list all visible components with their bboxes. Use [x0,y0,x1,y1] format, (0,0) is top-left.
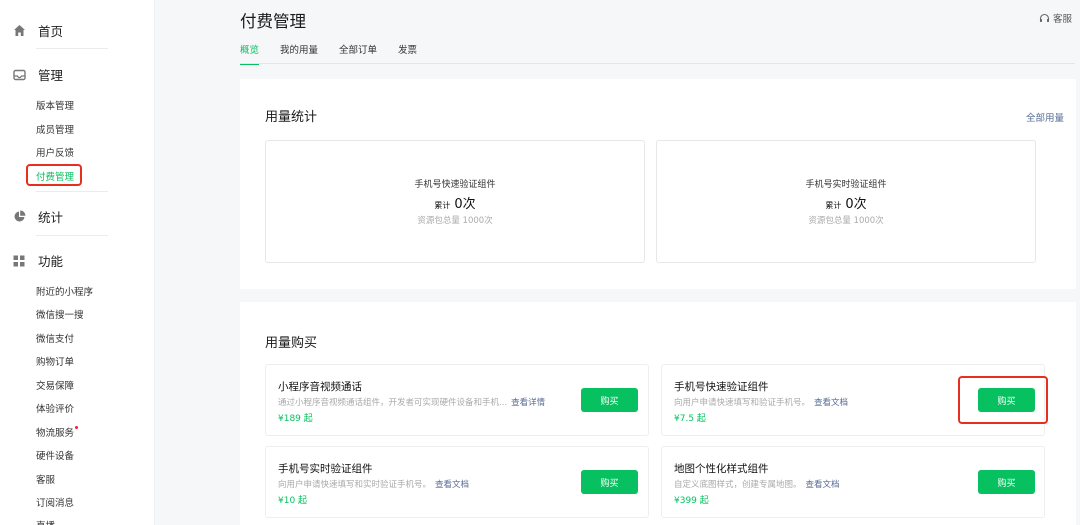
product-desc-text: 向用户申请快速填写和验证手机号。 [674,398,811,408]
usage-stats-title: 用量统计 [265,110,318,125]
sidebar-features-label: 功能 [38,254,64,269]
sidebar-section-features[interactable]: 功能 [12,251,63,270]
divider [36,235,108,236]
sidebar-item-hardware[interactable]: 硬件设备 [36,448,74,462]
product-detail-link[interactable]: 查看详情 [511,398,545,408]
highlight-box-sidebar [26,164,82,186]
customer-service-link[interactable]: 客服 [1039,11,1072,25]
stat-count-value: 0次 [845,197,867,212]
product-desc-text: 向用户申请快速填写和实时验证手机号。 [278,480,432,490]
stat-count-prefix: 累计 [825,201,842,210]
product-name: 小程序音视频通话 [278,381,362,393]
product-doc-link[interactable]: 查看文档 [806,480,840,490]
stat-name: 手机号实时验证组件 [805,180,887,190]
product-name: 地图个性化样式组件 [674,463,769,475]
stat-box-realtime-verify: 手机号实时验证组件 累计 0次 资源包总量 1000次 [656,140,1036,263]
highlight-box-buy [958,376,1048,424]
sidebar-logistics-label: 物流服务 [36,428,75,439]
stat-count-value: 0次 [454,197,476,212]
product-name: 手机号实时验证组件 [278,463,373,475]
page-title: 付费管理 [240,12,306,31]
sidebar-item-subscribe[interactable]: 订阅消息 [36,495,74,509]
grid-icon [12,254,26,268]
product-realtime-verify: 手机号实时验证组件 向用户申请快速填写和实时验证手机号。 查看文档 ¥10 起 购… [265,446,649,518]
product-doc-link[interactable]: 查看文档 [435,480,469,490]
tab-bar: 概览 我的用量 全部订单 发票 [240,42,438,65]
sidebar-item-home[interactable]: 首页 [12,21,63,40]
sidebar-section-stats[interactable]: 统计 [12,207,63,226]
sidebar-manage-label: 管理 [38,68,64,83]
stat-count: 累计 0次 [266,193,644,212]
divider [36,48,108,49]
headset-icon [1039,13,1050,22]
sidebar-item-customer-service[interactable]: 客服 [36,472,55,486]
stat-box-quick-verify: 手机号快速验证组件 累计 0次 资源包总量 1000次 [265,140,645,263]
buy-button[interactable]: 购买 [581,470,638,494]
stat-quota: 资源包总量 1000次 [808,216,884,226]
sidebar-stats-label: 统计 [38,210,64,225]
product-name: 手机号快速验证组件 [674,381,769,393]
usage-purchase-card: 用量购买 小程序音视频通话 通过小程序音视频通话组件，开发者可实现硬件设备和手机… [240,302,1076,525]
page-header: 付费管理 客服 概览 我的用量 全部订单 发票 [155,0,1080,66]
stat-count: 累计 0次 [657,193,1035,212]
sidebar-item-wechat-pay[interactable]: 微信支付 [36,331,74,345]
product-desc-text: 自定义底图样式，创建专属地图。 [674,480,802,490]
divider [36,191,108,192]
buy-button[interactable]: 购买 [581,388,638,412]
inbox-icon [12,68,26,82]
sidebar-home-label: 首页 [38,24,64,39]
tab-all-orders[interactable]: 全部订单 [339,42,377,65]
stat-count-prefix: 累计 [434,201,451,210]
notification-dot [75,426,79,429]
customer-service-label: 客服 [1052,14,1072,25]
product-desc: 自定义底图样式，创建专属地图。 查看文档 [674,478,840,490]
product-av-call: 小程序音视频通话 通过小程序音视频通话组件，开发者可实现硬件设备和手机... 查看… [265,364,649,436]
sidebar-item-live[interactable]: 直播 [36,518,55,525]
product-price: ¥10 起 [278,496,308,506]
tab-invoice[interactable]: 发票 [398,42,417,65]
pie-chart-icon [12,210,26,224]
stat-name: 手机号快速验证组件 [414,180,496,190]
stat-quota: 资源包总量 1000次 [417,216,493,226]
product-desc: 通过小程序音视频通话组件，开发者可实现硬件设备和手机... 查看详情 [278,396,545,408]
sidebar-item-feedback[interactable]: 用户反馈 [36,145,74,159]
sidebar-section-manage[interactable]: 管理 [12,65,63,84]
sidebar-item-trade-guarantee[interactable]: 交易保障 [36,378,74,392]
product-doc-link[interactable]: 查看文档 [814,398,848,408]
sidebar-item-members[interactable]: 成员管理 [36,122,74,136]
buy-button[interactable]: 购买 [978,470,1035,494]
sidebar-item-search[interactable]: 微信搜一搜 [36,307,84,321]
product-price: ¥399 起 [674,496,709,506]
product-desc: 向用户申请快速填写和实时验证手机号。 查看文档 [278,478,469,490]
tab-overview[interactable]: 概览 [240,42,260,65]
tab-underline [240,63,1075,64]
product-desc: 向用户申请快速填写和验证手机号。 查看文档 [674,396,848,408]
sidebar-item-orders[interactable]: 购物订单 [36,354,74,368]
tab-my-usage[interactable]: 我的用量 [280,42,318,65]
sidebar: 首页 管理 版本管理 成员管理 用户反馈 付费管理 统计 功能 附近的小程序 微… [0,0,155,525]
usage-purchase-title: 用量购买 [265,336,318,351]
sidebar-item-reviews[interactable]: 体验评价 [36,401,74,415]
product-price: ¥7.5 起 [674,414,706,424]
sidebar-item-version[interactable]: 版本管理 [36,98,74,112]
product-map-style: 地图个性化样式组件 自定义底图样式，创建专属地图。 查看文档 ¥399 起 购买 [661,446,1045,518]
main-content: 付费管理 客服 概览 我的用量 全部订单 发票 用量统计 全部用量 手机号快速验… [155,0,1080,525]
home-icon [12,24,26,38]
sidebar-item-logistics[interactable]: 物流服务 [36,425,79,439]
usage-stats-card: 用量统计 全部用量 手机号快速验证组件 累计 0次 资源包总量 1000次 手机号… [240,79,1076,289]
product-desc-text: 通过小程序音视频通话组件，开发者可实现硬件设备和手机... [278,398,508,408]
all-usage-link[interactable]: 全部用量 [1026,110,1064,124]
product-price: ¥189 起 [278,414,313,424]
sidebar-item-nearby[interactable]: 附近的小程序 [36,284,93,298]
